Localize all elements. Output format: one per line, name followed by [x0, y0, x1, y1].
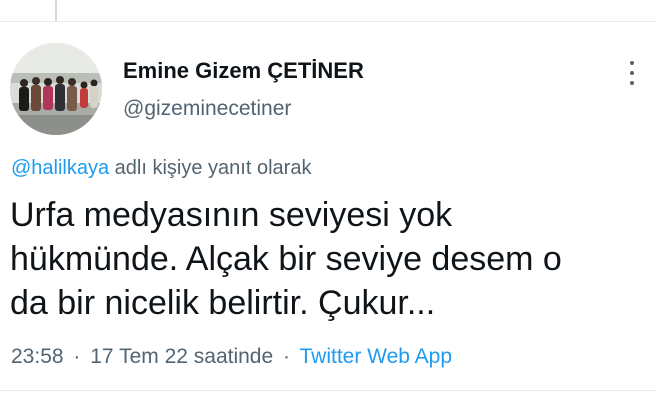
- meta-separator: ·: [283, 345, 291, 368]
- reply-context: @halilkaya adlı kişiye yanıt olarak: [11, 157, 311, 180]
- tweet-text: Urfa medyasının seviyesi yok hükmünde. A…: [10, 193, 650, 325]
- reply-context-suffix: adlı kişiye yanıt olarak: [109, 157, 312, 179]
- tweet-time[interactable]: 23:58: [11, 345, 64, 368]
- thread-connector-line: [55, 0, 57, 21]
- bottom-divider: [0, 390, 656, 391]
- tweet-meta: 23:58 · 17 Tem 22 saatinde · Twitter Web…: [11, 345, 452, 369]
- group-photo-avatar: [10, 43, 102, 135]
- tweet-text-line: da bir nicelik belirtir. Çukur...: [10, 284, 436, 322]
- meta-separator: ·: [73, 345, 81, 368]
- tweet-source-link[interactable]: Twitter Web App: [299, 345, 452, 368]
- more-options-button[interactable]: [620, 56, 644, 90]
- reply-mention-link[interactable]: @halilkaya: [11, 157, 109, 179]
- avatar[interactable]: [10, 43, 102, 135]
- tweet-text-line: Urfa medyasının seviyesi yok: [10, 196, 453, 234]
- author-display-name[interactable]: Emine Gizem ÇETİNER: [123, 58, 364, 84]
- tweet-date[interactable]: 17 Tem 22 saatinde: [90, 345, 273, 368]
- author-handle[interactable]: @gizeminecetiner: [123, 97, 291, 121]
- top-divider: [0, 21, 656, 22]
- tweet-text-line: hükmünde. Alçak bir seviye desem o: [10, 240, 562, 278]
